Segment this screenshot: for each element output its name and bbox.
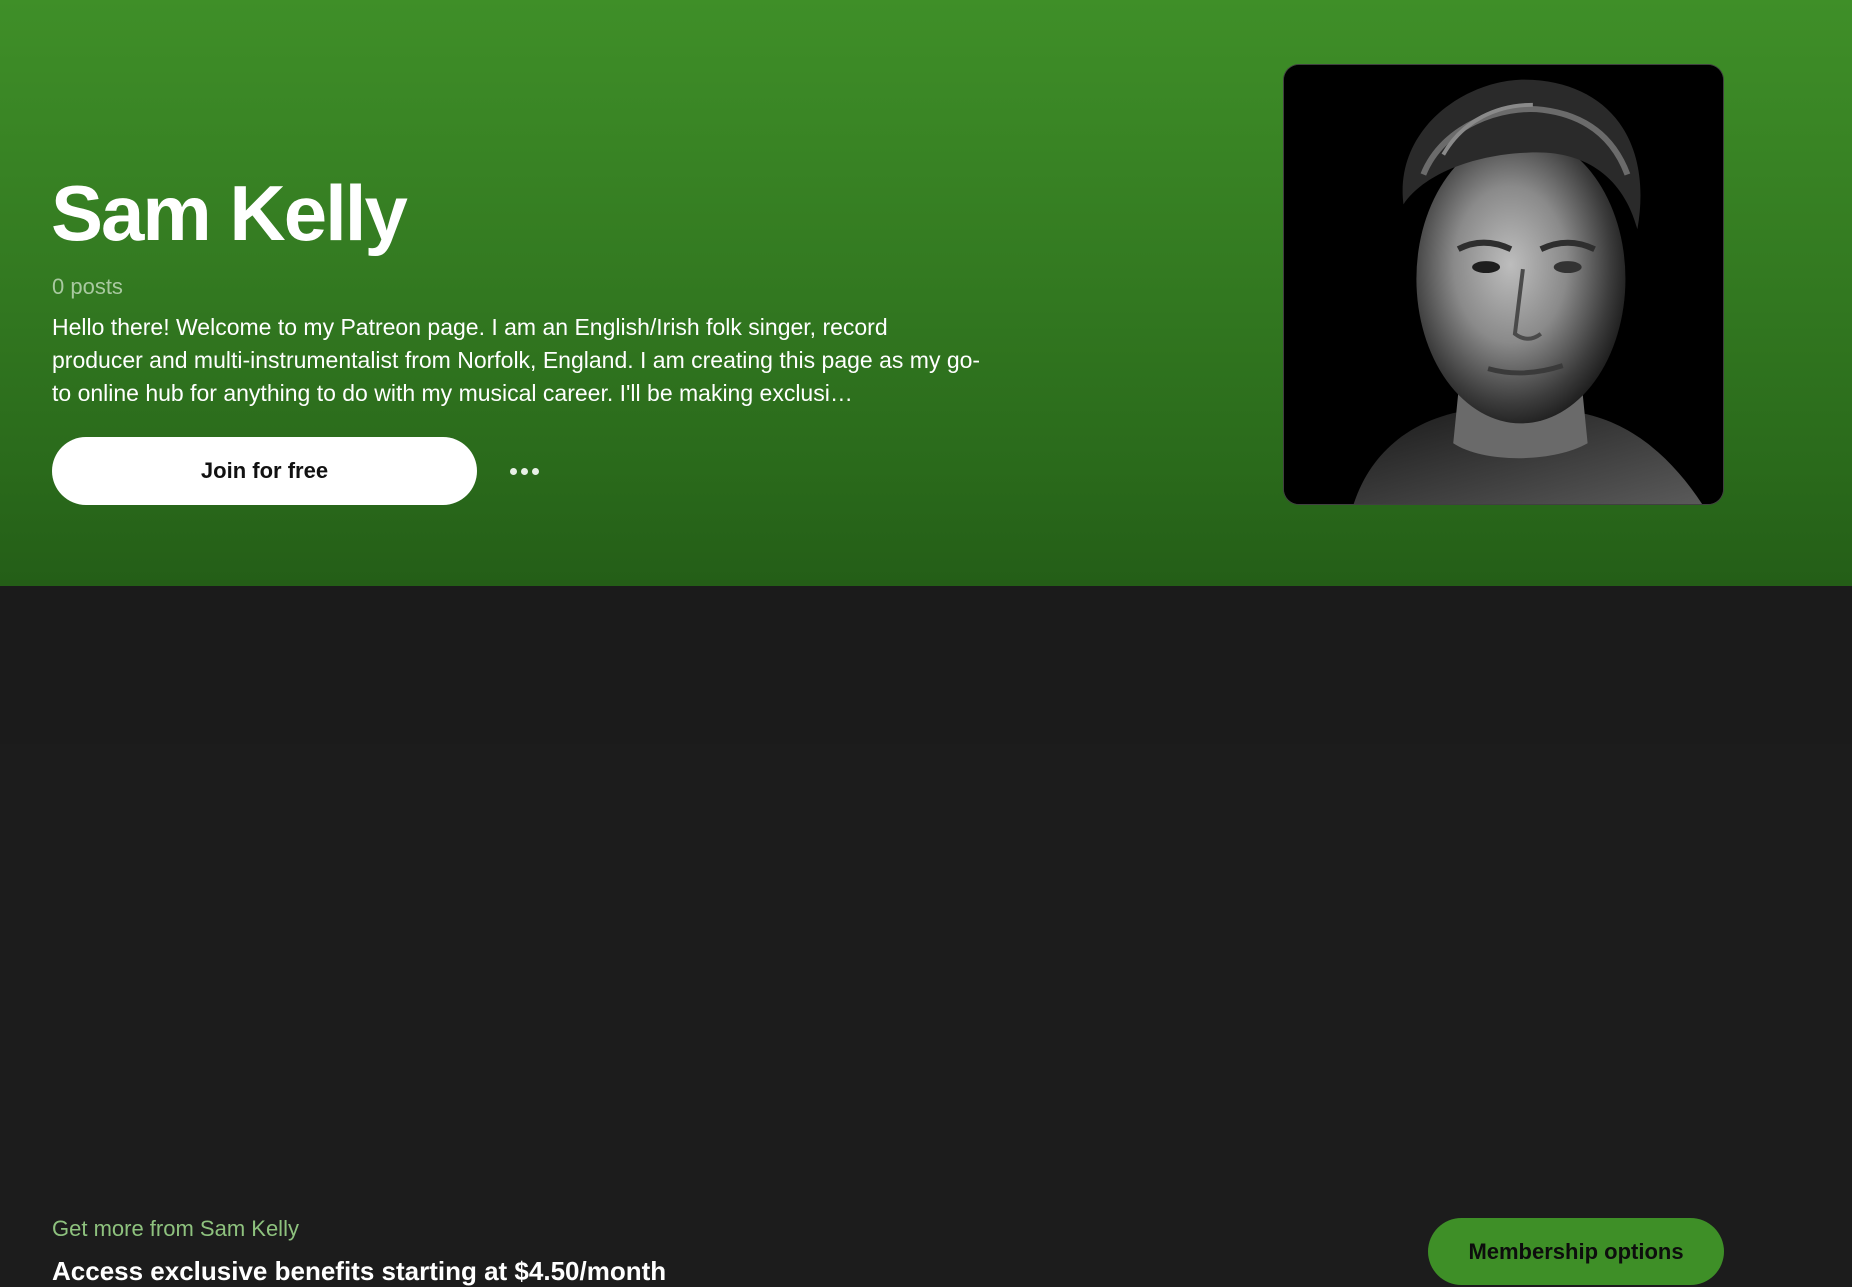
creator-bio[interactable]: Hello there! Welcome to my Patreon page.… bbox=[52, 311, 982, 410]
membership-options-button[interactable]: Membership options bbox=[1428, 1218, 1724, 1285]
membership-bar: Get more from Sam Kelly Access exclusive… bbox=[0, 586, 1852, 1286]
more-icon-dot bbox=[520, 467, 528, 475]
creator-name: Sam Kelly bbox=[51, 169, 408, 257]
join-for-free-button[interactable]: Join for free bbox=[52, 437, 477, 505]
more-icon-dot bbox=[531, 467, 539, 475]
post-count: 0 posts bbox=[52, 274, 123, 299]
more-options-button[interactable] bbox=[504, 450, 544, 492]
membership-teaser: Get more from Sam Kelly bbox=[52, 1216, 299, 1241]
portrait-image bbox=[1284, 65, 1723, 504]
creator-avatar bbox=[1283, 64, 1724, 505]
creator-hero: Sam Kelly 0 posts Hello there! Welcome t… bbox=[0, 0, 1852, 586]
membership-benefits: Access exclusive benefits starting at $4… bbox=[52, 1256, 667, 1286]
more-icon-dot bbox=[509, 467, 517, 475]
